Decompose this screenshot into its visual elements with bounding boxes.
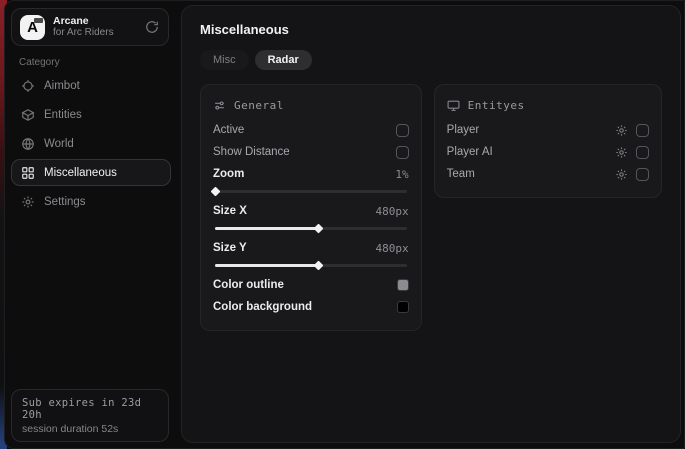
sidebar-item-miscellaneous[interactable]: Miscellaneous — [11, 159, 171, 186]
entity-row-player: Player — [447, 119, 649, 141]
sync-icon[interactable] — [144, 19, 160, 35]
slider-label: Size X — [213, 205, 247, 217]
slider-fill — [215, 264, 318, 267]
entity-label: Player — [447, 124, 480, 136]
sidebar-item-label: World — [44, 138, 74, 150]
app-window: A Arcane for Arc Riders Category Aimbot — [4, 0, 685, 449]
toggle-row-show-distance: Show Distance — [213, 141, 409, 163]
cube-icon — [21, 108, 35, 122]
brand-card: A Arcane for Arc Riders — [11, 8, 169, 46]
toggle-row-active: Active — [213, 119, 409, 141]
slider-label: Zoom — [213, 168, 244, 180]
cards-row: General Active Show Distance Zoom 1% — [200, 84, 662, 331]
tab-misc[interactable]: Misc — [200, 50, 249, 70]
color-row-background: Color background — [213, 296, 409, 318]
entities-card-title: Entityes — [468, 99, 525, 112]
globe-icon — [21, 137, 35, 151]
team-settings-gear-icon[interactable] — [615, 168, 628, 181]
page-title: Miscellaneous — [200, 22, 662, 37]
app-name: Arcane — [53, 15, 136, 27]
sub-expiry-text: Sub expires in 23d 20h — [22, 397, 158, 421]
sliders-icon — [213, 99, 226, 112]
app-logo: A — [20, 15, 45, 40]
main-panel: Miscellaneous Misc Radar General Active — [181, 5, 681, 443]
color-outline-swatch[interactable] — [397, 279, 409, 291]
size-x-slider[interactable] — [215, 223, 407, 233]
entity-row-team: Team — [447, 163, 649, 185]
tab-bar: Misc Radar — [200, 50, 662, 70]
sidebar-item-entities[interactable]: Entities — [11, 101, 171, 128]
entities-card: Entityes Player P — [434, 84, 662, 198]
sidebar-item-label: Settings — [44, 196, 86, 208]
active-checkbox[interactable] — [396, 124, 409, 137]
entity-controls — [615, 168, 649, 181]
sidebar-item-settings[interactable]: Settings — [11, 188, 171, 215]
brand-text: Arcane for Arc Riders — [53, 15, 136, 39]
tab-radar[interactable]: Radar — [255, 50, 312, 70]
color-background-swatch[interactable] — [397, 301, 409, 313]
session-duration-text: session duration 52s — [22, 423, 158, 435]
player-checkbox[interactable] — [636, 124, 649, 137]
monitor-icon — [447, 99, 460, 112]
category-label: Category — [19, 57, 60, 68]
color-row-outline: Color outline — [213, 274, 409, 296]
grid-icon — [21, 166, 35, 180]
slider-row-size-y: Size Y 480px — [213, 237, 409, 259]
show-distance-checkbox[interactable] — [396, 146, 409, 159]
crosshair-icon — [21, 79, 35, 93]
player-settings-gear-icon[interactable] — [615, 124, 628, 137]
player-ai-checkbox[interactable] — [636, 146, 649, 159]
sidebar-item-label: Miscellaneous — [44, 167, 117, 179]
slider-label: Size Y — [213, 242, 247, 254]
slider-track — [215, 190, 407, 193]
toggle-label: Show Distance — [213, 146, 290, 158]
subscription-status-card: Sub expires in 23d 20h session duration … — [11, 389, 169, 442]
app-subtitle: for Arc Riders — [53, 27, 136, 39]
general-card-header: General — [213, 95, 409, 115]
size-y-slider[interactable] — [215, 260, 407, 270]
sidebar: A Arcane for Arc Riders Category Aimbot — [5, 1, 177, 448]
entity-controls — [615, 124, 649, 137]
sidebar-nav: Aimbot Entities World — [11, 71, 171, 216]
entity-label: Team — [447, 168, 475, 180]
slider-fill — [215, 227, 318, 230]
slider-thumb[interactable] — [211, 187, 221, 197]
slider-thumb[interactable] — [314, 261, 324, 271]
general-card-title: General — [234, 99, 284, 112]
slider-value: 480px — [376, 205, 409, 218]
entities-card-header: Entityes — [447, 95, 649, 115]
team-checkbox[interactable] — [636, 168, 649, 181]
sidebar-item-world[interactable]: World — [11, 130, 171, 157]
slider-value: 480px — [376, 242, 409, 255]
general-card: General Active Show Distance Zoom 1% — [200, 84, 422, 331]
slider-row-size-x: Size X 480px — [213, 200, 409, 222]
entity-controls — [615, 146, 649, 159]
slider-value: 1% — [395, 168, 408, 181]
player-ai-settings-gear-icon[interactable] — [615, 146, 628, 159]
slider-row-zoom: Zoom 1% — [213, 163, 409, 185]
zoom-slider[interactable] — [215, 186, 407, 196]
color-label: Color background — [213, 301, 312, 313]
entity-label: Player AI — [447, 146, 493, 158]
slider-thumb[interactable] — [314, 224, 324, 234]
sidebar-item-aimbot[interactable]: Aimbot — [11, 72, 171, 99]
entity-row-player-ai: Player AI — [447, 141, 649, 163]
color-label: Color outline — [213, 279, 284, 291]
sidebar-item-label: Aimbot — [44, 80, 80, 92]
sidebar-item-label: Entities — [44, 109, 82, 121]
toggle-label: Active — [213, 124, 244, 136]
gear-icon — [21, 195, 35, 209]
